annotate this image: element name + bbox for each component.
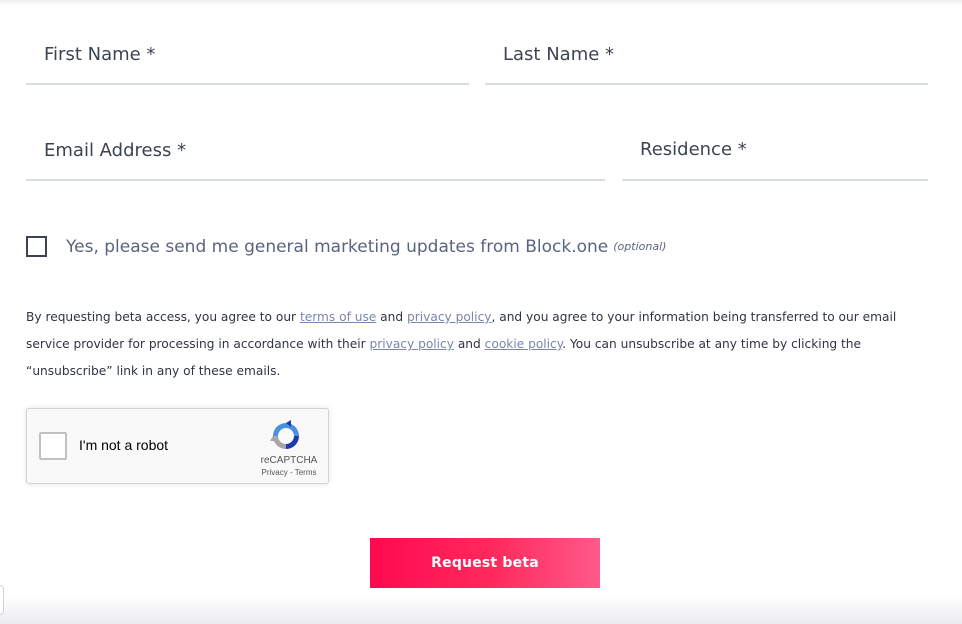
cookie-policy-link[interactable]: cookie policy bbox=[485, 337, 563, 351]
email-field bbox=[26, 132, 605, 181]
recaptcha-brand: reCAPTCHA bbox=[260, 455, 318, 466]
recaptcha-links-separator: - bbox=[287, 468, 295, 477]
last-name-input[interactable] bbox=[503, 36, 918, 72]
email-input[interactable] bbox=[44, 132, 595, 168]
recaptcha-privacy-link[interactable]: Privacy bbox=[262, 468, 288, 477]
legal-notice: By requesting beta access, you agree to … bbox=[26, 304, 926, 385]
legal-text-1: By requesting beta access, you agree to … bbox=[26, 310, 300, 324]
marketing-opt-in: Yes, please send me general marketing up… bbox=[26, 236, 666, 257]
beta-request-page: Residence * Yes, please send me general … bbox=[0, 0, 962, 624]
recaptcha-checkbox[interactable] bbox=[39, 432, 67, 460]
legal-text-2: and bbox=[376, 310, 407, 324]
recaptcha-links: Privacy - Terms bbox=[259, 468, 319, 477]
recaptcha-label: I'm not a robot bbox=[79, 437, 169, 453]
top-shadow bbox=[0, 0, 962, 6]
recaptcha-logo-icon bbox=[270, 420, 299, 449]
residence-select[interactable]: Residence * bbox=[622, 132, 928, 181]
residence-select-value: Residence * bbox=[640, 139, 747, 160]
provider-privacy-policy-link[interactable]: privacy policy bbox=[369, 337, 453, 351]
legal-text-4: and bbox=[453, 337, 485, 351]
bottom-fade bbox=[0, 596, 962, 624]
recaptcha-widget: I'm not a robot reCAPTCHA Privacy - Term… bbox=[26, 408, 329, 484]
recaptcha-terms-link[interactable]: Terms bbox=[295, 468, 317, 477]
side-tab-handle[interactable] bbox=[0, 585, 4, 615]
marketing-checkbox[interactable] bbox=[26, 236, 47, 257]
terms-of-use-link[interactable]: terms of use bbox=[300, 310, 376, 324]
last-name-field bbox=[485, 36, 928, 85]
marketing-optional-note: (optional) bbox=[613, 240, 667, 253]
privacy-policy-link[interactable]: privacy policy bbox=[407, 310, 491, 324]
first-name-field bbox=[26, 36, 469, 85]
request-beta-button[interactable]: Request beta bbox=[370, 538, 600, 588]
marketing-label: Yes, please send me general marketing up… bbox=[66, 236, 609, 257]
first-name-input[interactable] bbox=[44, 36, 459, 72]
